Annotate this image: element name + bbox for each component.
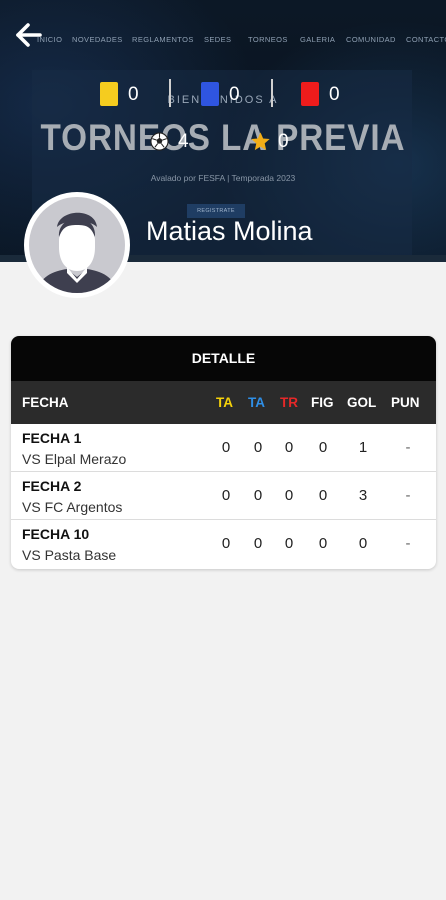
table-row: FECHA 1 VS Elpal Merazo 0 0 0 0 1 -: [11, 425, 436, 472]
column-header-ta-yellow: TA: [216, 395, 233, 410]
table-row: FECHA 2 VS FC Argentos 0 0 0 0 3 -: [11, 473, 436, 520]
row-fecha: FECHA 2: [22, 478, 82, 494]
cell-gol: 3: [358, 487, 368, 504]
stars-stat: 0: [250, 130, 300, 156]
website-nav: INICIO NOVEDADES REGLAMENTOS SEDES TORNE…: [0, 35, 446, 47]
table-header: FECHA TA TA TR FIG GOL PUN: [11, 381, 436, 424]
banner-subtitle: Avalado por FESFA | Temporada 2023: [150, 173, 296, 183]
banner-title: TORNEOS LA PREVIA: [40, 117, 406, 158]
cell-ta-blue: 0: [253, 535, 263, 552]
stat-divider: [271, 79, 273, 107]
nav-item: GALERIA: [300, 35, 336, 44]
blue-card-count: 0: [229, 84, 240, 105]
red-card-stat: 0: [301, 82, 351, 108]
cell-gol: 1: [358, 439, 368, 456]
arrow-left-icon: [16, 23, 42, 47]
cell-ta-yellow: 0: [221, 439, 231, 456]
cell-tr: 0: [284, 439, 294, 456]
detail-card: DETALLE FECHA TA TA TR FIG GOL PUN FECHA…: [11, 336, 436, 569]
back-button[interactable]: [14, 20, 46, 50]
column-header-pun: PUN: [391, 395, 420, 410]
goals-stat: 4: [150, 130, 200, 156]
nav-item: TORNEOS: [248, 35, 288, 44]
cell-ta-yellow: 0: [221, 487, 231, 504]
row-opponent: VS Pasta Base: [22, 547, 117, 563]
stars-count: 0: [278, 131, 289, 152]
soccer-ball-icon: [150, 132, 169, 151]
red-card-icon: [301, 82, 319, 106]
cell-fig: 0: [318, 487, 328, 504]
blue-card-stat: 0: [201, 82, 251, 108]
avatar-image: [29, 197, 125, 293]
user-silhouette-icon: [37, 212, 117, 293]
cell-tr: 0: [284, 487, 294, 504]
cell-ta-blue: 0: [253, 439, 263, 456]
avatar: [24, 192, 130, 298]
red-card-count: 0: [329, 84, 340, 105]
nav-item: SEDES: [204, 35, 232, 44]
goals-count: 4: [178, 131, 189, 152]
blue-card-icon: [201, 82, 219, 106]
cell-pun: -: [405, 487, 411, 504]
column-header-tr: TR: [280, 395, 298, 410]
yellow-card-count: 0: [128, 84, 139, 105]
row-opponent: VS Elpal Merazo: [22, 451, 127, 467]
cell-fig: 0: [318, 439, 328, 456]
nav-item: CONTACTO: [406, 35, 446, 44]
cell-pun: -: [405, 439, 411, 456]
column-header-fig: FIG: [311, 395, 334, 410]
yellow-card-icon: [100, 82, 118, 106]
cell-ta-blue: 0: [253, 487, 263, 504]
player-name: Matias Molina: [146, 216, 313, 246]
row-fecha: FECHA 10: [22, 526, 90, 542]
cell-ta-yellow: 0: [221, 535, 231, 552]
cell-fig: 0: [318, 535, 328, 552]
table-row: FECHA 10 VS Pasta Base 0 0 0 0 0 -: [11, 521, 436, 568]
star-icon: [251, 132, 270, 151]
nav-item: COMUNIDAD: [346, 35, 396, 44]
cell-gol: 0: [358, 535, 368, 552]
nav-item: NOVEDADES: [72, 35, 123, 44]
column-header-ta-blue: TA: [248, 395, 265, 410]
cell-pun: -: [405, 535, 411, 552]
column-header-gol: GOL: [347, 395, 377, 410]
column-header-fecha: FECHA: [22, 395, 69, 410]
nav-item: REGLAMENTOS: [132, 35, 194, 44]
cell-tr: 0: [284, 535, 294, 552]
detail-title: DETALLE: [11, 336, 436, 381]
row-opponent: VS FC Argentos: [22, 499, 123, 515]
row-fecha: FECHA 1: [22, 430, 82, 446]
yellow-card-stat: 0: [100, 82, 150, 108]
stat-divider: [169, 79, 171, 107]
